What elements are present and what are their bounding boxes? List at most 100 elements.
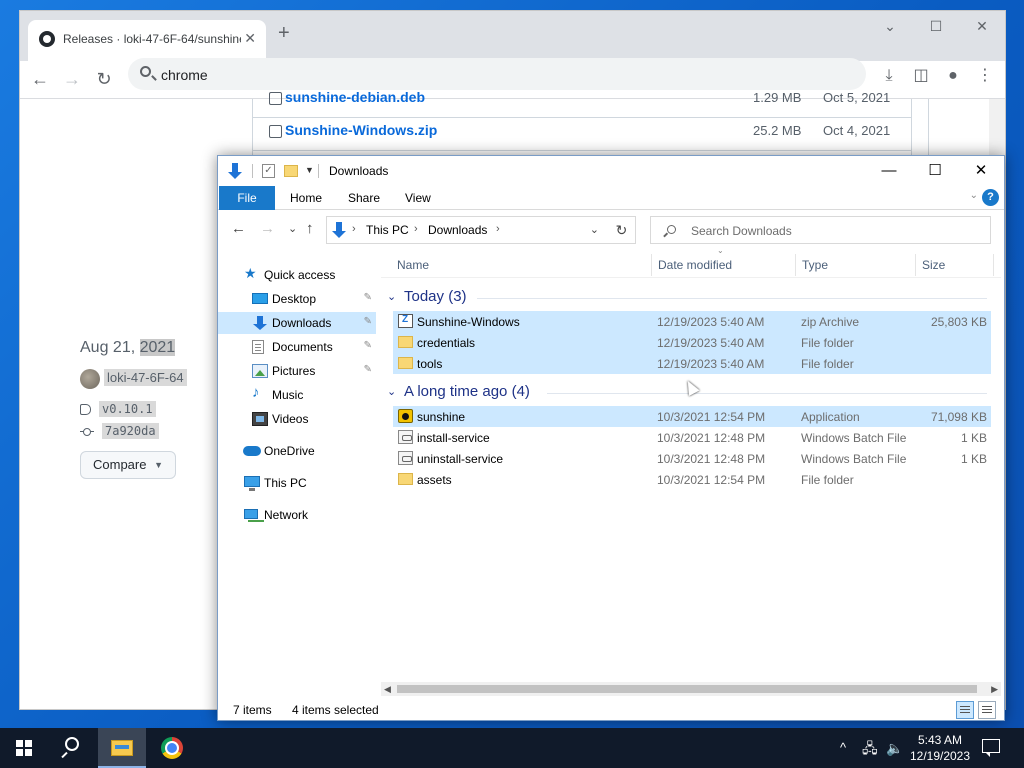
column-header-name[interactable]: Name (397, 258, 429, 272)
pin-icon[interactable]: ✎ (364, 316, 372, 327)
taskbar-file-explorer[interactable] (98, 728, 146, 768)
search-icon (65, 737, 79, 751)
nav-item-music[interactable]: ♪ Music (218, 384, 376, 406)
nav-item-onedrive[interactable]: OneDrive (218, 440, 376, 462)
ribbon-tab-home[interactable]: Home (290, 186, 322, 210)
notifications-icon[interactable] (982, 739, 1000, 757)
start-button[interactable] (0, 728, 48, 768)
menu-icon[interactable]: ⋮ (972, 63, 998, 89)
scrollbar-thumb[interactable] (397, 685, 977, 693)
file-row[interactable]: install-service 10/3/2021 12:48 PM Windo… (393, 427, 991, 448)
ribbon-tab-file[interactable]: File (219, 186, 275, 210)
ribbon-tab-view[interactable]: View (405, 186, 431, 210)
breadcrumb-separator[interactable]: › (496, 223, 500, 235)
help-icon[interactable]: ? (982, 189, 999, 206)
file-row[interactable]: assets 10/3/2021 12:54 PM File folder (393, 469, 991, 490)
asset-link[interactable]: sunshine-debian.deb (285, 89, 425, 105)
column-divider[interactable] (915, 254, 916, 276)
back-button[interactable]: ← (26, 65, 54, 93)
file-size: 71,098 KB (930, 410, 987, 424)
file-row[interactable]: uninstall-service 10/3/2021 12:48 PM Win… (393, 448, 991, 469)
show-hidden-icons-icon[interactable]: ^ (840, 728, 846, 768)
file-row[interactable]: credentials 12/19/2023 5:40 AM File fold… (393, 332, 991, 353)
profile-icon[interactable]: ● (940, 63, 966, 89)
chrome-tab-releases[interactable]: Releases · loki-47-6F-64/sunshine ✕ (28, 20, 266, 61)
pin-icon[interactable]: ✎ (364, 292, 372, 303)
column-divider[interactable] (993, 254, 994, 276)
address-bar[interactable]: › This PC › Downloads › ⌄ (326, 216, 636, 244)
ribbon: File Home Share View ⌄ ? (218, 186, 1004, 210)
nav-item-videos[interactable]: Videos (218, 408, 376, 430)
back-button[interactable]: ← (231, 220, 246, 237)
scroll-left-icon[interactable]: ◀ (384, 682, 391, 696)
file-row[interactable]: Sunshine-Windows 12/19/2023 5:40 AM zip … (393, 311, 991, 332)
tab-search-button[interactable]: ⌄ (867, 11, 913, 41)
breadcrumb-separator[interactable]: › (414, 223, 418, 235)
compare-button[interactable]: Compare ▼ (80, 451, 176, 479)
forward-button[interactable]: → (58, 65, 86, 93)
recent-locations-button[interactable]: ⌄ (288, 222, 297, 235)
chevron-down-icon[interactable]: ▼ (305, 165, 314, 175)
expand-ribbon-icon[interactable]: ⌄ (970, 190, 978, 201)
column-header-type[interactable]: Type (802, 258, 828, 272)
close-button[interactable]: ✕ (958, 156, 1004, 186)
group-label: Today (3) (404, 288, 467, 305)
asset-row[interactable]: sunshine-debian.deb 1.29 MB Oct 5, 2021 (253, 85, 911, 118)
breadcrumb-this-pc[interactable]: This PC (366, 223, 409, 237)
volume-muted-icon[interactable]: 🔈 (886, 728, 903, 768)
nav-item-documents[interactable]: Documents ✎ (218, 336, 376, 358)
minimize-button[interactable]: — (866, 156, 912, 186)
sidebar-icon[interactable]: ◫ (908, 63, 934, 89)
breadcrumb-downloads[interactable]: Downloads (428, 223, 487, 237)
reload-button[interactable]: ↻ (90, 65, 118, 93)
taskbar-clock[interactable]: 5:43 AM 12/19/2023 (909, 732, 971, 764)
horizontal-scrollbar[interactable]: ◀ ▶ (381, 682, 1001, 696)
column-divider[interactable] (795, 254, 796, 276)
breadcrumb-separator[interactable]: › (352, 223, 356, 235)
nav-item-desktop[interactable]: Desktop ✎ (218, 288, 376, 310)
search-icon-handle (61, 751, 68, 759)
column-divider[interactable] (651, 254, 652, 276)
nav-item-network[interactable]: Network (218, 504, 376, 526)
new-tab-button[interactable]: + (278, 23, 290, 43)
column-header-date-modified[interactable]: Date modified (658, 258, 732, 272)
file-row[interactable]: sunshine 10/3/2021 12:54 PM Application … (393, 406, 991, 427)
asset-row[interactable]: Sunshine-Windows.zip 25.2 MB Oct 4, 2021 (253, 118, 911, 151)
chrome-maximize-button[interactable]: ☐ (913, 11, 959, 41)
pin-icon[interactable]: ✎ (364, 340, 372, 351)
up-button[interactable]: ↑ (306, 220, 314, 237)
taskbar-search-button[interactable] (48, 728, 96, 768)
refresh-button[interactable]: ↻ (608, 216, 636, 244)
nav-item-label: Desktop (272, 292, 317, 306)
nav-item-downloads[interactable]: Downloads ✎ (218, 312, 376, 334)
release-tag[interactable]: v0.10.1 (80, 401, 156, 417)
group-header-today[interactable]: ⌄ Today (3) (387, 287, 987, 309)
release-author[interactable]: loki-47-6F-64 (80, 369, 187, 389)
column-header-size[interactable]: Size (922, 258, 945, 272)
ribbon-tab-share[interactable]: Share (348, 186, 380, 210)
search-box[interactable]: Search Downloads (650, 216, 991, 244)
maximize-button[interactable]: ☐ (912, 156, 958, 186)
release-date: Aug 21, 2021 (80, 339, 176, 356)
forward-button[interactable]: → (260, 220, 275, 237)
nav-item-label: Music (272, 388, 304, 402)
network-icon[interactable]: 🖧 (862, 728, 878, 768)
file-row[interactable]: tools 12/19/2023 5:40 AM File folder (393, 353, 991, 374)
file-type: zip Archive (801, 315, 860, 329)
details-view-icon[interactable] (956, 701, 974, 719)
taskbar-chrome[interactable] (148, 728, 196, 768)
pin-icon[interactable]: ✎ (364, 364, 372, 375)
large-icons-view-icon[interactable] (978, 701, 996, 719)
chrome-close-button[interactable]: ✕ (959, 11, 1005, 41)
nav-item-this-pc[interactable]: This PC (218, 472, 376, 494)
address-dropdown-icon[interactable]: ⌄ (590, 223, 599, 236)
tab-close-icon[interactable]: ✕ (244, 30, 256, 47)
properties-icon[interactable]: ✓ (262, 164, 275, 178)
omnibox-text[interactable]: chrome (161, 67, 208, 83)
scroll-right-icon[interactable]: ▶ (991, 682, 998, 696)
nav-item-pictures[interactable]: Pictures ✎ (218, 360, 376, 382)
release-commit[interactable]: 7a920da (80, 423, 159, 439)
nav-item-quick-access[interactable]: ★ Quick access (218, 264, 376, 286)
asset-link[interactable]: Sunshine-Windows.zip (285, 122, 437, 138)
new-folder-icon[interactable] (284, 165, 298, 177)
